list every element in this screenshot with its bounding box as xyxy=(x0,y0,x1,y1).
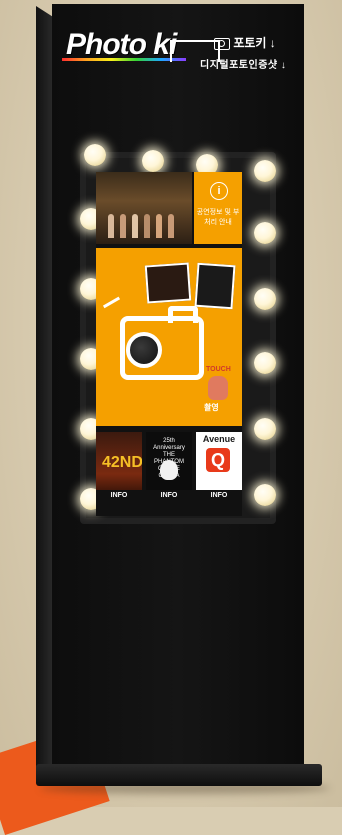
info-icon: i xyxy=(210,182,228,200)
brand-korean: 포토키 ↓ xyxy=(233,36,276,50)
light-bulb xyxy=(254,160,276,182)
show-title: 42ND xyxy=(102,454,142,471)
show-tile-avenue-q[interactable]: Avenue Q INFO xyxy=(196,432,242,502)
camera-tile[interactable]: TOUCH 촬영 xyxy=(96,248,242,426)
info-label: INFO xyxy=(146,490,192,502)
phantom-mask-icon xyxy=(160,460,178,480)
camera-lens-icon xyxy=(126,332,162,368)
info-tile-text: 공연정보 및 부처리 안내 xyxy=(196,209,240,226)
cast-figure xyxy=(108,214,114,238)
kiosk-screen: i 공연정보 및 부처리 안내 TOUCH 촬영 42ND INFO 25th … xyxy=(96,172,242,516)
camera-icon xyxy=(214,37,230,50)
shoot-label: 촬영 xyxy=(204,403,219,412)
show-tile-phantom[interactable]: 25th Anniversary THE PHANTOM OF THE OPER… xyxy=(146,432,192,502)
light-bulb xyxy=(84,144,106,166)
cast-figure xyxy=(168,214,174,238)
rainbow-underline xyxy=(62,58,186,61)
show-tile-42nd[interactable]: 42ND INFO xyxy=(96,432,142,502)
light-bulb xyxy=(254,418,276,440)
info-label: INFO xyxy=(196,490,242,502)
light-bulb xyxy=(254,484,276,506)
light-bulb xyxy=(254,352,276,374)
kiosk-base xyxy=(36,764,322,786)
photo-ki-logo: Photo ki xyxy=(66,28,177,61)
sample-photo xyxy=(144,262,192,304)
touch-text: TOUCH xyxy=(206,366,231,373)
avenue-q-logo: Q xyxy=(206,448,230,472)
cast-figure xyxy=(120,214,126,238)
info-tile[interactable]: i 공연정보 및 부처리 안내 xyxy=(194,172,242,244)
light-bulb xyxy=(254,222,276,244)
show-photo-tile[interactable] xyxy=(96,172,192,244)
cast-figure xyxy=(144,214,150,238)
light-bulb xyxy=(142,150,164,172)
cast-figure xyxy=(156,214,162,238)
sample-photo xyxy=(194,262,236,310)
info-label: INFO xyxy=(96,490,142,502)
brand-line: 포토키 ↓ xyxy=(214,34,276,51)
light-bulb xyxy=(254,288,276,310)
brand-subtitle: 디지털포토인증샷 ↓ xyxy=(200,60,287,71)
show-title: Avenue xyxy=(202,434,236,444)
cast-figure xyxy=(132,214,138,238)
touch-hand-icon xyxy=(208,376,228,400)
